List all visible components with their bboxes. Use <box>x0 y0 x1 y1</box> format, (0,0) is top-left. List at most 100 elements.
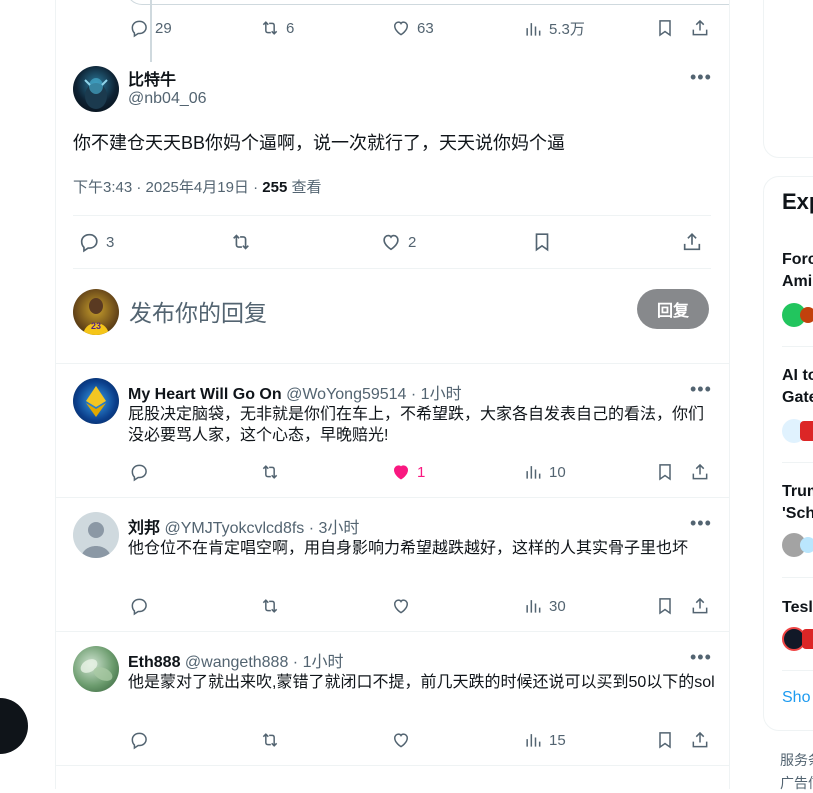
like-button[interactable]: 2 <box>380 231 416 253</box>
more-options-icon[interactable]: ••• <box>690 514 712 532</box>
retweet-button[interactable] <box>260 596 286 616</box>
avatar[interactable] <box>73 378 119 424</box>
share-button[interactable] <box>690 596 710 621</box>
reply-author-name[interactable]: My Heart Will Go On <box>128 386 282 403</box>
divider <box>782 577 813 578</box>
sidebar-top-card <box>763 0 813 158</box>
more-options-icon[interactable]: ••• <box>690 68 712 86</box>
trend-line[interactable]: Amir <box>782 271 813 293</box>
retweet-button[interactable] <box>260 730 286 750</box>
reply-composer-input[interactable]: 发布你的回复 <box>129 294 267 328</box>
reply-text: 屁股决定脑袋，无非就是你们在车上，不希望跌，大家各自发表自己的看法，你们没必要骂… <box>128 406 705 444</box>
more-options-icon[interactable]: ••• <box>690 380 712 398</box>
reply-icon <box>80 233 98 253</box>
bookmark-button[interactable] <box>655 730 675 755</box>
author-handle[interactable]: @nb04_06 <box>128 90 207 108</box>
trend-line[interactable]: Trum <box>782 481 813 503</box>
divider <box>782 462 813 463</box>
share-icon <box>692 731 708 748</box>
bookmark-icon <box>659 464 671 481</box>
reply-button[interactable]: 3 <box>78 231 114 253</box>
retweet-button[interactable] <box>260 462 286 482</box>
more-options-icon[interactable]: ••• <box>690 648 712 666</box>
views-button[interactable]: 15 <box>523 730 566 750</box>
views-icon <box>526 466 541 479</box>
reply-submit-button[interactable]: 回复 <box>637 289 709 329</box>
reply-author-handle[interactable]: @WoYong59514 <box>286 386 406 403</box>
share-button[interactable] <box>690 730 710 755</box>
footer-link[interactable]: 广告信 <box>780 773 813 793</box>
trend-line[interactable]: Gate <box>782 387 813 409</box>
views-button[interactable]: 10 <box>523 462 566 482</box>
reply-author-name[interactable]: Eth888 <box>128 654 180 671</box>
prev-reply-count: 29 <box>155 19 172 37</box>
divider <box>73 268 711 269</box>
reply-header: Eth888 @wangeth888 · 1小时 <box>128 648 343 672</box>
trend-avatar <box>800 421 813 441</box>
my-avatar[interactable]: 23 <box>73 289 119 335</box>
reply-author-handle[interactable]: @YMJTyokcvlcd8fs <box>164 520 304 537</box>
reply-icon <box>131 464 147 482</box>
divider <box>782 670 813 671</box>
reply-icon <box>131 598 147 616</box>
share-button[interactable] <box>690 462 710 487</box>
divider <box>782 346 813 347</box>
trend-avatar <box>800 307 813 323</box>
footer-link[interactable]: 服务条 <box>780 750 813 770</box>
prev-like-button[interactable]: 63 <box>391 18 434 38</box>
prev-share-button[interactable] <box>690 18 710 43</box>
reply-author-handle[interactable]: @wangeth888 <box>185 654 288 671</box>
prev-views-button[interactable]: 5.3万 <box>523 18 585 39</box>
reply-header: 刘邦 @YMJTyokcvlcd8fs · 3小时 <box>128 514 359 538</box>
trend-line[interactable]: Tesl <box>782 597 813 619</box>
floating-messages-button[interactable] <box>0 698 28 754</box>
default-user-icon <box>81 522 111 558</box>
reply-button[interactable] <box>129 462 155 482</box>
reply-text: 他仓位不在肯定唱空啊，用自身影响力希望越跌越好，这样的人其实骨子里也坏 <box>128 540 689 557</box>
like-button[interactable] <box>391 596 417 616</box>
retweet-button[interactable] <box>230 231 252 253</box>
tweet-timestamp[interactable]: 下午3:43 · 2025年4月19日 · <box>73 179 262 196</box>
author-name[interactable]: 比特牛 <box>128 66 176 90</box>
prev-bookmark-button[interactable] <box>655 18 675 43</box>
bull-avatar-icon <box>84 78 108 109</box>
reply-author-name[interactable]: 刘邦 <box>128 520 160 537</box>
retweet-icon <box>262 465 278 479</box>
reply-button[interactable] <box>129 596 155 616</box>
prev-reply-button[interactable]: 29 <box>129 18 172 38</box>
views-count: 10 <box>549 463 566 481</box>
divider <box>56 363 729 364</box>
prev-like-count: 63 <box>417 19 434 37</box>
tweet-meta: 下午3:43 · 2025年4月19日 · 255 查看 <box>73 176 321 197</box>
reply-icon <box>131 732 147 750</box>
reply-icon <box>131 20 147 38</box>
avatar[interactable] <box>73 66 119 112</box>
reply-time[interactable]: · 1小时 <box>406 386 462 403</box>
trend-line[interactable]: Forc <box>782 249 813 271</box>
avatar[interactable] <box>73 512 119 558</box>
views-count: 30 <box>549 597 566 615</box>
like-count: 2 <box>408 233 417 251</box>
reply-time[interactable]: · 1小时 <box>288 654 344 671</box>
retweet-icon <box>262 21 278 35</box>
bookmark-button[interactable] <box>531 231 553 258</box>
heart-icon <box>393 733 409 748</box>
bookmark-button[interactable] <box>655 596 675 621</box>
like-button[interactable] <box>391 730 417 750</box>
trend-line[interactable]: AI to <box>782 365 813 387</box>
like-button-active[interactable]: 1 <box>391 462 425 482</box>
bookmark-button[interactable] <box>655 462 675 487</box>
main-column: 29 6 63 5.3万 比特牛 @nb04_06 ••• 你不建仓天天BB你妈… <box>55 0 730 789</box>
avatar[interactable] <box>73 646 119 692</box>
reply-time[interactable]: · 3小时 <box>304 520 360 537</box>
svg-text:23: 23 <box>91 321 101 331</box>
reply-button[interactable] <box>129 730 155 750</box>
share-button[interactable] <box>681 231 703 258</box>
views-button[interactable]: 30 <box>523 596 566 616</box>
ethereum-logo-icon <box>86 386 106 417</box>
views-icon <box>526 600 541 613</box>
trend-line[interactable]: 'Sch <box>782 503 813 525</box>
prev-retweet-button[interactable]: 6 <box>260 18 294 38</box>
tweet-text: 你不建仓天天BB你妈个逼啊，说一次就行了，天天说你妈个逼 <box>73 133 566 153</box>
show-more-link[interactable]: Sho <box>782 689 810 707</box>
